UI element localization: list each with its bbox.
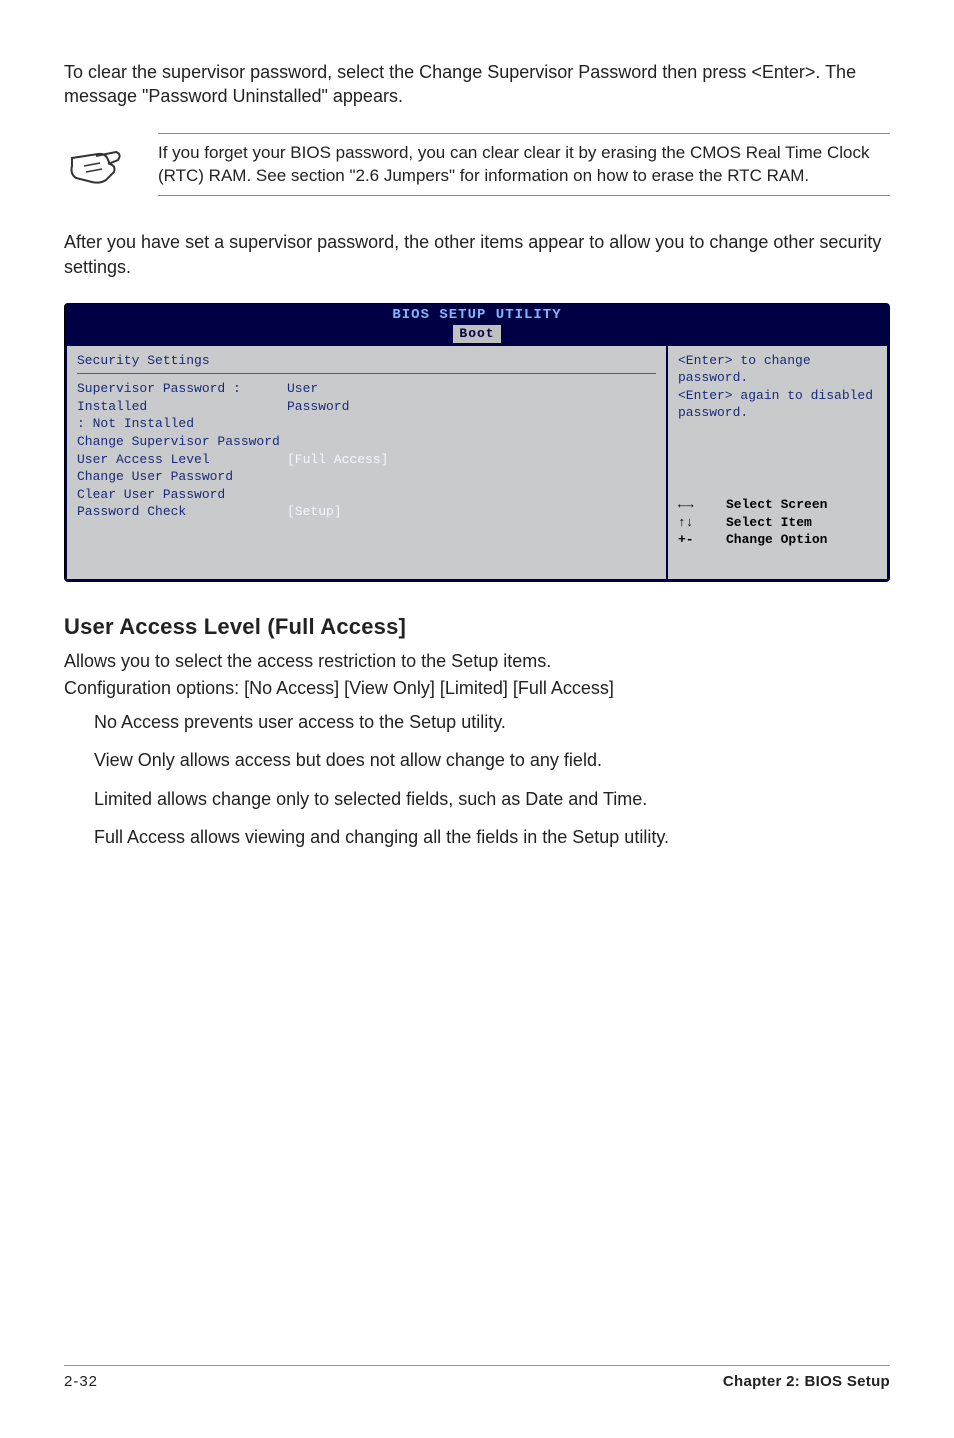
bios-user-row: : Not Installed — [77, 415, 656, 433]
bios-sup-value: Installed — [77, 399, 147, 414]
bios-tab-boot: Boot — [453, 325, 500, 343]
note-block: If you forget your BIOS password, you ca… — [64, 133, 890, 197]
bios-legend-key: ←→ — [678, 496, 726, 514]
list-item: Full Access allows viewing and changing … — [94, 825, 890, 849]
bios-item-clear-user: Clear User Password — [77, 486, 656, 504]
list-item: View Only allows access but does not all… — [94, 748, 890, 772]
bios-legend-key: ↑↓ — [678, 514, 726, 532]
bios-userpw-label: User Password — [287, 381, 349, 414]
page-footer: 2-32 Chapter 2: BIOS Setup — [64, 1365, 890, 1392]
section-heading: User Access Level (Full Access] — [64, 612, 890, 642]
list-item: No Access prevents user access to the Se… — [94, 710, 890, 734]
bios-legend-txt: Select Item — [726, 514, 812, 532]
page-number: 2-32 — [64, 1372, 98, 1392]
bios-sup-label: Supervisor Password — [77, 381, 225, 396]
bios-item-password-check: Password Check [Setup] — [77, 503, 656, 521]
paragraph-intro-2: After you have set a supervisor password… — [64, 230, 890, 279]
list-item: Limited allows change only to selected f… — [94, 787, 890, 811]
bios-screenshot: BIOS SETUP UTILITY Boot Security Setting… — [64, 303, 890, 582]
bios-legend-key: +- — [678, 531, 726, 549]
bios-item-change-user: Change User Password — [77, 468, 656, 486]
bios-item-change-supervisor: Change Supervisor Password — [77, 433, 656, 451]
section-config-options: Configuration options: [No Access] [View… — [64, 676, 890, 700]
bios-password-check-value: [Setup] — [287, 503, 342, 521]
bios-legend-txt: Change Option — [726, 531, 827, 549]
chapter-title: Chapter 2: BIOS Setup — [723, 1372, 890, 1392]
bios-right-pane: <Enter> to change password. <Enter> agai… — [667, 344, 889, 581]
bios-legend-txt: Select Screen — [726, 496, 827, 514]
bios-legend-row: ←→ Select Screen — [678, 496, 879, 514]
note-text: If you forget your BIOS password, you ca… — [158, 143, 869, 185]
bios-legend-row: ↑↓ Select Item — [678, 514, 879, 532]
bios-user-access-value: [Full Access] — [287, 451, 388, 469]
bios-supervisor-row: Supervisor Password : Installed User Pas… — [77, 380, 656, 415]
bios-left-pane: Security Settings Supervisor Password : … — [65, 344, 667, 581]
bios-title: BIOS SETUP UTILITY — [392, 307, 561, 323]
note-hand-icon — [66, 144, 126, 199]
bios-legend-row: +- Change Option — [678, 531, 879, 549]
bios-security-heading: Security Settings — [77, 352, 656, 370]
paragraph-intro-1: To clear the supervisor password, select… — [64, 60, 890, 109]
bios-userpw-value: Not Installed — [93, 416, 194, 431]
bios-help-2: <Enter> again to disabled password. — [678, 387, 879, 422]
bios-help-1: <Enter> to change password. — [678, 352, 879, 387]
bios-item-user-access: User Access Level [Full Access] — [77, 451, 656, 469]
section-desc: Allows you to select the access restrict… — [64, 649, 890, 673]
bios-legend: ←→ Select Screen ↑↓ Select Item +- Chang… — [678, 496, 879, 549]
options-list: No Access prevents user access to the Se… — [94, 710, 890, 849]
